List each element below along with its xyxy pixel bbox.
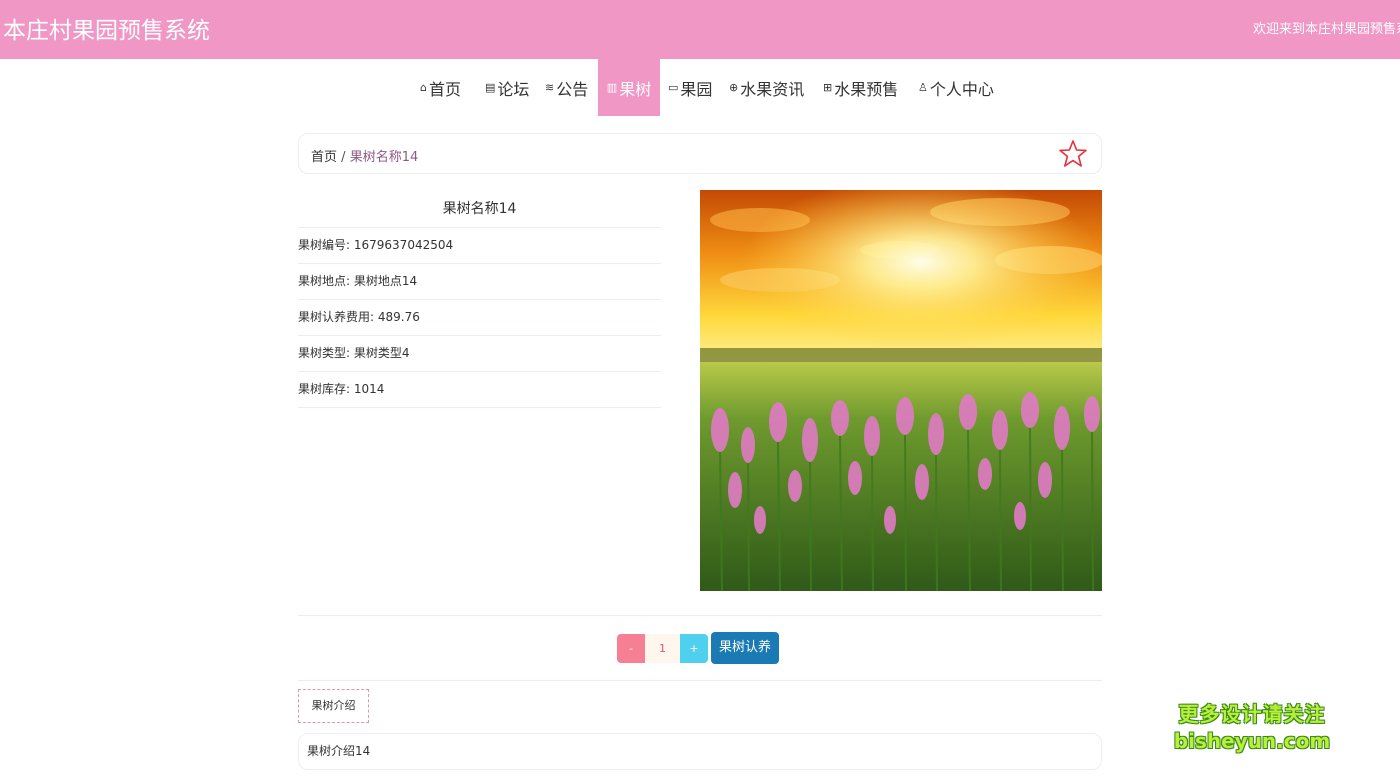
nav-item-fruit-news[interactable]: ⊕ 水果资讯 xyxy=(729,59,804,116)
main-nav: ⌂ 首页 ▤ 论坛 ≋ 公告 ▥ 果树 ▭ 果园 ⊕ 水果资讯 ⊞ 水果预售 ♙… xyxy=(0,59,1400,116)
detail-label: 果树地点 xyxy=(298,274,347,288)
breadcrumb-current: 果树名称14 xyxy=(349,150,419,165)
detail-value: 果树地点14 xyxy=(353,274,418,288)
printer-icon: ▭ xyxy=(668,81,679,94)
favorite-star-icon[interactable] xyxy=(1058,139,1088,169)
detail-value: 1679637042504 xyxy=(353,238,454,252)
shop-icon: ⊞ xyxy=(823,81,833,94)
nav-item-label: 水果资讯 xyxy=(740,79,805,99)
detail-row-type: 果树类型: 果树类型4 xyxy=(298,336,661,372)
watermark: 更多设计请关注 bisheyun.com xyxy=(1172,700,1332,754)
section-divider xyxy=(298,615,1102,616)
sunset-meadow-image xyxy=(700,190,1102,591)
detail-value: 1014 xyxy=(353,382,385,396)
home-icon: ⌂ xyxy=(420,81,427,94)
breadcrumb-trail: 首页 / 果树名称14 xyxy=(311,146,418,165)
breadcrumb-home-link[interactable]: 首页 xyxy=(311,150,337,165)
welcome-text: 欢迎来到本庄村果园预售系统 xyxy=(1253,22,1400,37)
detail-label: 果树认养费用 xyxy=(298,310,371,324)
top-header: 本庄村果园预售系统 欢迎来到本庄村果园预售系统 xyxy=(0,0,1400,59)
tab-intro[interactable]: 果树介绍 xyxy=(298,689,369,723)
nav-item-fruit-tree[interactable]: ▥ 果树 xyxy=(598,59,660,116)
globe-icon: ⊕ xyxy=(729,81,739,94)
fruit-tree-detail: 果树名称14 果树编号: 1679637042504 果树地点: 果树地点14 … xyxy=(298,190,661,408)
detail-row-stock: 果树库存: 1014 xyxy=(298,372,661,408)
forum-icon: ▤ xyxy=(485,81,496,94)
watermark-line2: bisheyun.com xyxy=(1173,729,1331,753)
detail-label: 果树类型 xyxy=(298,346,347,360)
layers-icon: ≋ xyxy=(545,81,555,94)
quantity-input[interactable] xyxy=(645,634,680,663)
nav-item-orchard[interactable]: ▭ 果园 xyxy=(668,59,712,116)
detail-title: 果树名称14 xyxy=(298,190,661,228)
nav-item-fruit-presale[interactable]: ⊞ 水果预售 xyxy=(823,59,898,116)
nav-item-home[interactable]: ⌂ 首页 xyxy=(420,59,461,116)
breadcrumb-separator: / xyxy=(341,150,346,165)
breadcrumb: 首页 / 果树名称14 xyxy=(298,133,1102,174)
nav-item-label: 公告 xyxy=(556,79,589,99)
site-title: 本庄村果园预售系统 xyxy=(3,18,210,44)
watermark-line1: 更多设计请关注 xyxy=(1178,702,1326,726)
fruit-tree-photo xyxy=(700,190,1102,591)
detail-row-location: 果树地点: 果树地点14 xyxy=(298,264,661,300)
book-icon: ▥ xyxy=(606,81,618,94)
nav-item-label: 个人中心 xyxy=(929,79,994,99)
detail-value: 果树类型4 xyxy=(353,346,410,360)
increase-button[interactable]: + xyxy=(680,634,708,663)
decrease-button[interactable]: - xyxy=(617,634,645,663)
detail-row-fee: 果树认养费用: 489.76 xyxy=(298,300,661,336)
user-icon: ♙ xyxy=(918,81,928,94)
detail-row-id: 果树编号: 1679637042504 xyxy=(298,228,661,264)
quantity-stepper: - + xyxy=(617,634,708,663)
intro-content: 果树介绍14 xyxy=(298,733,1102,770)
nav-item-label: 论坛 xyxy=(497,79,530,99)
nav-item-label: 果园 xyxy=(680,79,713,99)
nav-item-notice[interactable]: ≋ 公告 xyxy=(545,59,588,116)
detail-label: 果树编号 xyxy=(298,238,347,252)
nav-item-personal-center[interactable]: ♙ 个人中心 xyxy=(918,59,994,116)
section-divider xyxy=(298,680,1102,681)
adopt-button[interactable]: 果树认养 xyxy=(711,632,779,664)
nav-item-label: 水果预售 xyxy=(834,79,899,99)
nav-item-forum[interactable]: ▤ 论坛 xyxy=(485,59,529,116)
detail-value: 489.76 xyxy=(377,310,420,324)
nav-item-label: 果树 xyxy=(619,79,652,99)
nav-item-label: 首页 xyxy=(428,79,461,99)
detail-label: 果树库存 xyxy=(298,382,347,396)
